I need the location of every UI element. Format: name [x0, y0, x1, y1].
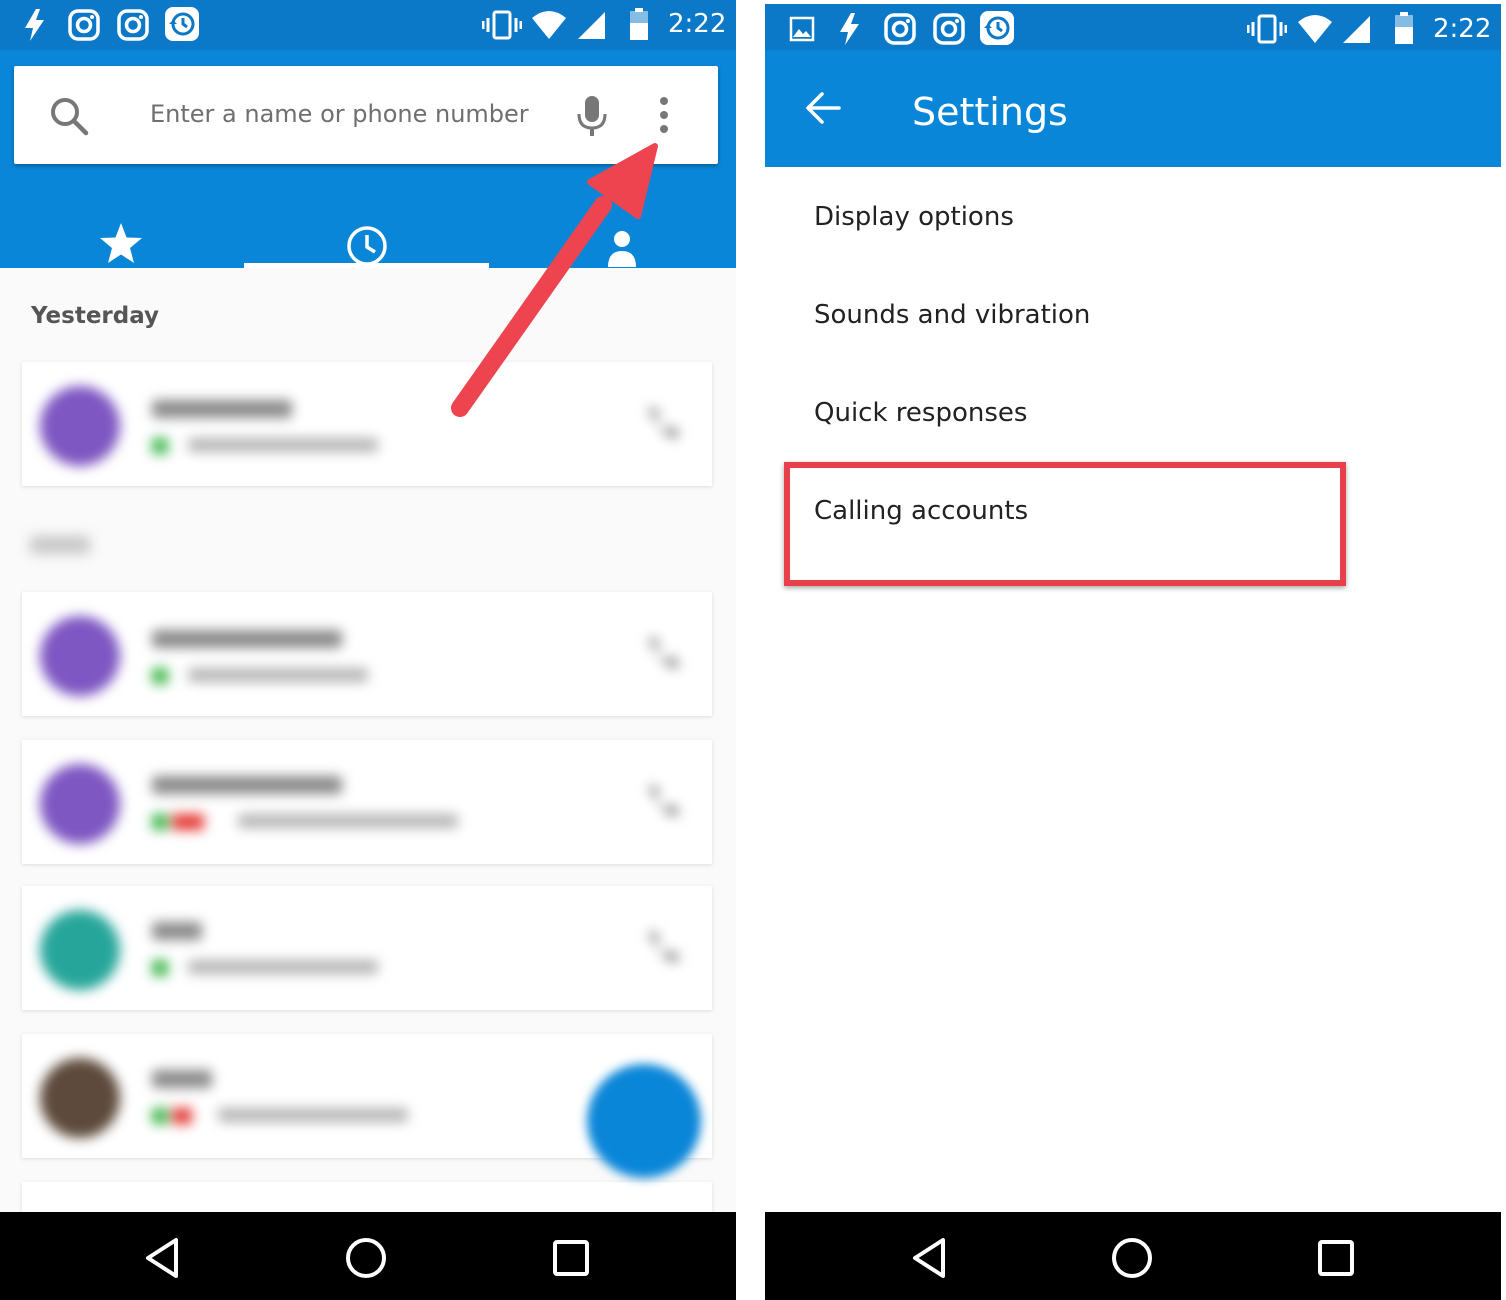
- signal-icon: [1343, 16, 1370, 43]
- status-bar: 2:22: [765, 4, 1501, 56]
- navigation-bar: [765, 1212, 1501, 1300]
- image-icon: [789, 16, 815, 42]
- highlight-box: [784, 462, 1346, 586]
- instagram-icon: [933, 13, 965, 45]
- annotation-arrow: [451, 143, 658, 417]
- back-nav-icon[interactable]: [140, 1234, 188, 1282]
- recents-nav-icon[interactable]: [547, 1234, 595, 1282]
- navigation-bar: [0, 1212, 736, 1300]
- back-arrow-icon[interactable]: [805, 90, 841, 126]
- settings-item-quick-responses[interactable]: Quick responses: [814, 398, 1027, 428]
- recents-nav-icon[interactable]: [1312, 1234, 1360, 1282]
- status-time: 2:22: [1433, 14, 1492, 44]
- instagram-icon: [884, 13, 916, 45]
- dialer-screen: 2:22 Enter a name or phone number Yester…: [0, 0, 736, 1300]
- settings-item-sounds-and-vibration[interactable]: Sounds and vibration: [814, 300, 1090, 330]
- settings-app-bar: Settings: [765, 50, 1501, 167]
- flash-icon: [840, 13, 859, 45]
- home-nav-icon[interactable]: [1108, 1234, 1156, 1282]
- vibrate-icon: [1247, 14, 1287, 44]
- panel-gap: [736, 0, 765, 1300]
- settings-item-display-options[interactable]: Display options: [814, 202, 1014, 232]
- backup-icon: [980, 11, 1014, 45]
- settings-screen: 2:22 Settings Display options Sounds and…: [765, 0, 1501, 1300]
- page-title: Settings: [912, 90, 1068, 134]
- wifi-icon: [1298, 15, 1332, 43]
- battery-icon: [1395, 12, 1413, 44]
- back-nav-icon[interactable]: [907, 1234, 955, 1282]
- home-nav-icon[interactable]: [342, 1234, 390, 1282]
